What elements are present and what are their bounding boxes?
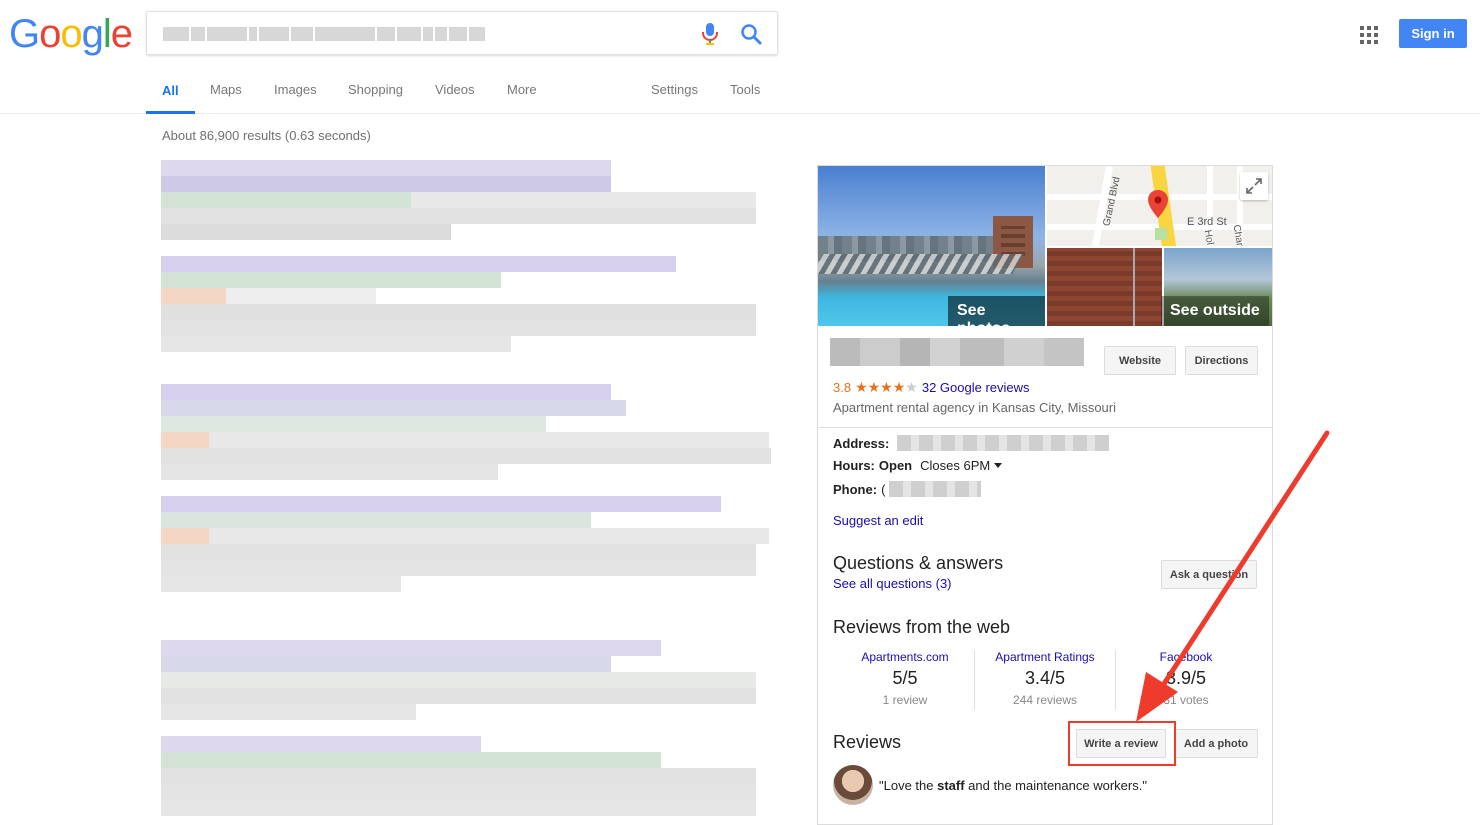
logo-letter-g1: G xyxy=(9,12,40,56)
rating-score: 3.8 xyxy=(833,380,852,395)
ask-question-button[interactable]: Ask a question xyxy=(1161,560,1257,589)
google-reviews-link[interactable]: 32 Google reviews xyxy=(922,380,1030,395)
web-review-facebook: Facebook 3.9/5 31 votes xyxy=(1116,650,1256,707)
knowledge-panel: See photos Grand Blvd E 3rd St Hol Char … xyxy=(817,165,1273,825)
hours-fact: Hours: Open Closes 6PM xyxy=(833,458,1003,473)
search-result-redacted[interactable] xyxy=(161,384,771,480)
rating-row: 3.8 ★★★★★ 32 Google reviews xyxy=(833,379,1030,396)
add-photo-button[interactable]: Add a photo xyxy=(1174,729,1258,758)
hours-status: Open xyxy=(878,458,913,473)
results-stats: About 86,900 results (0.63 seconds) xyxy=(162,128,371,143)
web-review-count: 244 reviews xyxy=(1012,693,1078,707)
search-result-redacted[interactable] xyxy=(161,496,769,592)
microphone-icon[interactable] xyxy=(700,22,720,46)
see-outside-tile[interactable]: See outside xyxy=(1161,248,1272,326)
review-quote-bold: staff xyxy=(937,777,965,793)
search-input[interactable] xyxy=(146,11,778,55)
see-photos-label[interactable]: See photos xyxy=(948,296,1045,326)
review-snippet: "Love the staff and the maintenance work… xyxy=(833,765,1147,805)
header: Google Sign in All Maps Images Shopping … xyxy=(0,0,1480,114)
avatar[interactable] xyxy=(833,765,873,805)
hours-detail[interactable]: Closes 6PM xyxy=(920,458,990,473)
web-reviews-title: Reviews from the web xyxy=(833,617,1011,637)
map-street-label: Hol xyxy=(1201,229,1216,246)
search-icon[interactable] xyxy=(739,22,763,46)
search-result-redacted[interactable] xyxy=(161,160,756,240)
web-review-apartments-com: Apartments.com 5/5 1 review xyxy=(835,650,975,707)
address-redacted[interactable] xyxy=(897,435,1110,451)
apps-grid-icon[interactable] xyxy=(1360,26,1378,44)
search-tabs: All Maps Images Shopping Videos More Set… xyxy=(146,82,786,114)
address-label: Address: xyxy=(833,435,890,451)
search-result-redacted[interactable] xyxy=(161,640,756,720)
web-review-score: 5/5 xyxy=(892,668,918,688)
google-logo[interactable]: Google xyxy=(9,12,133,57)
tab-videos[interactable]: Videos xyxy=(435,82,475,114)
phone-label: Phone: xyxy=(833,481,878,497)
reviews-title: Reviews xyxy=(833,732,902,752)
map-street-label: E 3rd St xyxy=(1187,216,1227,228)
tab-settings[interactable]: Settings xyxy=(651,82,698,114)
review-quote-close: and the maintenance workers." xyxy=(964,777,1147,793)
web-review-count: 31 votes xyxy=(1163,693,1209,707)
phone-fact: Phone: ( xyxy=(833,481,982,497)
phone-prefix: ( xyxy=(881,481,886,497)
see-outside-label[interactable]: See outside xyxy=(1161,296,1269,326)
search-query-redacted xyxy=(163,27,485,41)
tab-images[interactable]: Images xyxy=(274,82,317,114)
tab-maps[interactable]: Maps xyxy=(210,82,242,114)
tab-tools[interactable]: Tools xyxy=(730,82,760,114)
search-result-redacted[interactable] xyxy=(161,736,756,816)
logo-letter-o1: o xyxy=(39,12,61,56)
rating-stars-icon: ★★★★★ xyxy=(855,379,918,395)
street-photo-wall[interactable] xyxy=(1047,248,1162,326)
chevron-down-icon[interactable] xyxy=(994,463,1003,468)
photos-tile[interactable]: See photos xyxy=(818,166,1045,326)
logo-letter-g2: g xyxy=(81,12,104,56)
map-pin-icon xyxy=(1148,190,1168,218)
hours-label: Hours: xyxy=(833,458,875,473)
logo-letter-e: e xyxy=(110,12,133,56)
business-type: Apartment rental agency in Kansas City, … xyxy=(833,400,1116,415)
tab-more[interactable]: More xyxy=(507,82,537,114)
web-review-score: 3.9/5 xyxy=(1165,668,1207,688)
web-review-source-link[interactable]: Apartments.com xyxy=(835,650,975,664)
website-button[interactable]: Website xyxy=(1104,346,1176,375)
address-fact: Address: xyxy=(833,435,1110,451)
web-review-source-link[interactable]: Apartment Ratings xyxy=(975,650,1115,664)
phone-redacted[interactable] xyxy=(889,481,982,497)
expand-map-icon[interactable] xyxy=(1240,172,1268,200)
suggest-edit-link[interactable]: Suggest an edit xyxy=(833,513,923,528)
divider xyxy=(818,427,1272,428)
annotation-highlight-box xyxy=(1068,721,1176,766)
tab-all[interactable]: All xyxy=(146,82,195,114)
review-quote-open: "Love the xyxy=(879,777,938,793)
web-review-score: 3.4/5 xyxy=(1024,668,1066,688)
search-result-redacted[interactable] xyxy=(161,256,756,352)
map-tile[interactable]: Grand Blvd E 3rd St Hol Char xyxy=(1047,166,1272,246)
logo-letter-o2: o xyxy=(60,12,82,56)
logo-letter-l: l xyxy=(102,12,112,56)
web-review-count: 1 review xyxy=(882,693,928,707)
directions-button[interactable]: Directions xyxy=(1185,346,1258,375)
photo-pool-chairs xyxy=(818,254,1024,274)
tab-all-label: All xyxy=(162,83,179,98)
business-name-redacted xyxy=(830,338,1084,366)
see-all-questions-link[interactable]: See all questions (3) xyxy=(833,576,952,591)
sign-in-button[interactable]: Sign in xyxy=(1399,19,1467,48)
web-review-source-link[interactable]: Facebook xyxy=(1116,650,1256,664)
qa-title: Questions & answers xyxy=(833,553,1004,573)
web-review-apartment-ratings: Apartment Ratings 3.4/5 244 reviews xyxy=(975,650,1115,707)
tab-shopping[interactable]: Shopping xyxy=(348,82,403,114)
